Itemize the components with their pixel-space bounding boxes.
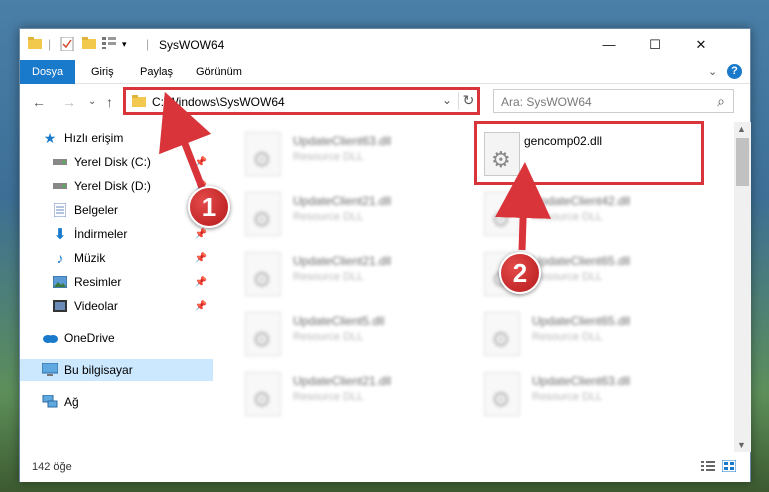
step-1-badge: 1 — [188, 186, 230, 228]
arrow-to-address-bar — [159, 91, 212, 192]
annotation-arrows — [159, 91, 552, 251]
step-2-badge: 2 — [499, 252, 541, 294]
arrow-to-file — [495, 162, 552, 251]
